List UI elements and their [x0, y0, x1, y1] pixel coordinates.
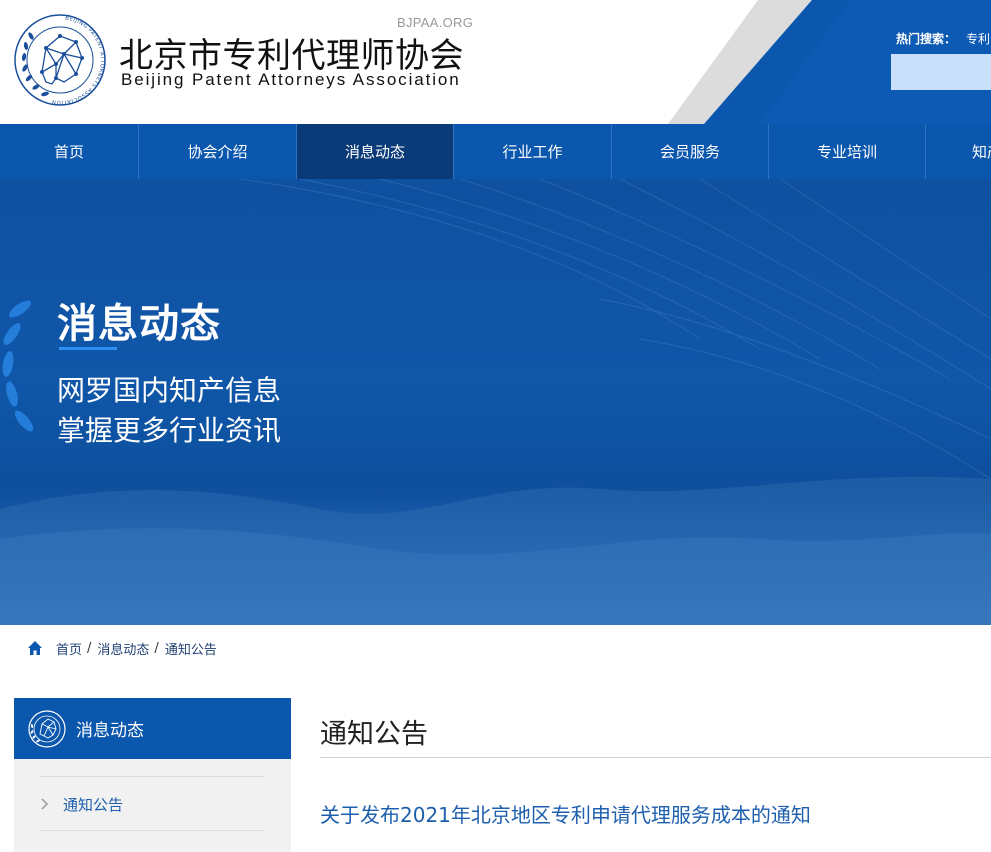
nav-item-ip[interactable]: 知产 [926, 124, 991, 179]
home-icon[interactable] [27, 640, 43, 656]
sidebar-item-notices[interactable]: 通知公告 [40, 777, 265, 831]
main-navigation: 首页 协会介绍 消息动态 行业工作 会员服务 专业培训 知产 [0, 124, 991, 179]
sidebar-divider [40, 830, 265, 831]
hot-search-label: 热门搜索： [896, 32, 957, 46]
site-title-english: Beijing Patent Attorneys Association [121, 70, 461, 89]
nav-item-industry-work[interactable]: 行业工作 [454, 124, 612, 179]
chevron-right-icon [41, 798, 49, 810]
hot-search-keyword[interactable]: 专利 [966, 32, 990, 46]
sidebar-item-label: 通知公告 [63, 795, 124, 814]
banner-subtitle-line1: 网罗国内知产信息 [57, 374, 282, 407]
sidebar-header: 消息动态 [14, 698, 291, 759]
nav-item-training[interactable]: 专业培训 [769, 124, 926, 179]
nav-item-home[interactable]: 首页 [0, 124, 139, 179]
breadcrumb-current[interactable]: 通知公告 [165, 639, 217, 658]
title-divider [320, 757, 991, 758]
nav-item-member-services[interactable]: 会员服务 [612, 124, 769, 179]
hot-search-bar: 热门搜索： 专利 [896, 30, 990, 47]
hero-banner: 消息动态 网罗国内知产信息 掌握更多行业资讯 [0, 179, 991, 625]
sidebar-title: 消息动态 [76, 721, 144, 741]
laurel-icon [2, 300, 34, 432]
page-title: 通知公告 [320, 719, 428, 750]
association-emblem-icon[interactable]: BEIJING PATENT ATTORNEYS ASSOCIATION [12, 12, 108, 108]
breadcrumb-separator: / [154, 640, 159, 656]
site-header: BEIJING PATENT ATTORNEYS ASSOCIATION BJP… [0, 0, 991, 124]
banner-title: 消息动态 [57, 301, 221, 347]
breadcrumb-news-link[interactable]: 消息动态 [97, 639, 149, 658]
breadcrumb-separator: / [87, 640, 92, 656]
nav-item-about[interactable]: 协会介绍 [139, 124, 297, 179]
association-emblem-icon [28, 709, 66, 748]
breadcrumb: 首页 / 消息动态 / 通知公告 [27, 638, 217, 658]
nav-item-news[interactable]: 消息动态 [297, 124, 454, 179]
banner-subtitle-line2: 掌握更多行业资讯 [57, 414, 282, 447]
article-title-link[interactable]: 关于发布2021年北京地区专利申请代理服务成本的通知 [320, 799, 811, 828]
banner-title-underline [59, 347, 117, 350]
breadcrumb-home-link[interactable]: 首页 [56, 639, 82, 658]
search-input[interactable] [891, 54, 991, 90]
